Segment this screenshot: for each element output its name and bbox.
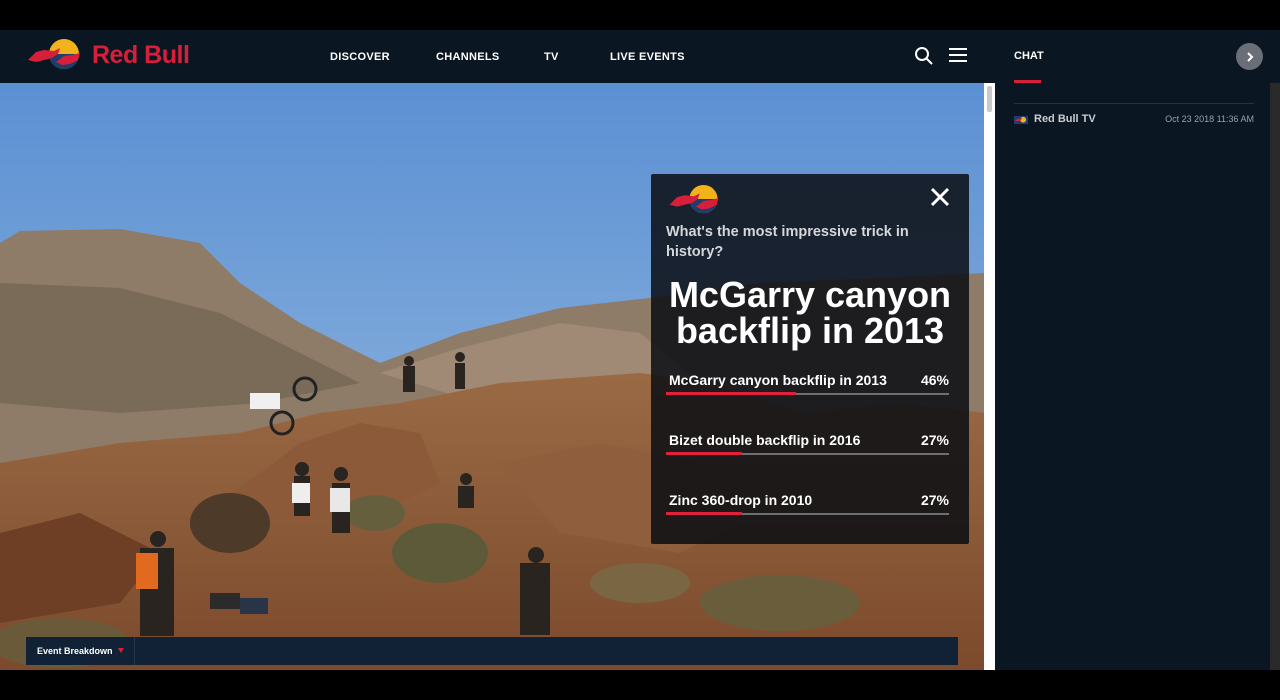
poll-option-label: Bizet double backflip in 2016 [669,432,861,448]
nav-tv[interactable]: TV [544,51,559,63]
poll-winning-answer: McGarry canyon backflip in 2013 [651,277,969,349]
caret-down-icon [118,648,124,653]
nav-live-events[interactable]: LIVE EVENTS [610,51,685,63]
menu-icon[interactable] [949,46,967,64]
poll-option-percent: 46% [920,372,949,388]
poll-answer-line-2: backflip in 2013 [675,310,945,351]
poll-option[interactable]: Zinc 360-drop in 2010 27% [666,492,949,516]
video-scrollbar-thumb[interactable] [987,86,992,112]
poll-option[interactable]: Bizet double backflip in 2016 27% [666,432,949,456]
top-navigation-bar: Red Bull DISCOVER CHANNELS TV LIVE EVENT… [0,30,995,83]
event-breakdown-label: Event Breakdown [37,646,113,656]
poll-answer-line-1: McGarry canyon [668,274,952,315]
poll-option-label: McGarry canyon backflip in 2013 [669,372,887,388]
chat-message-author: Red Bull TV [1034,113,1096,125]
search-icon[interactable] [914,46,934,66]
nav-discover[interactable]: DISCOVER [330,51,390,63]
poll-option[interactable]: McGarry canyon backflip in 2013 46% [666,372,949,396]
page-scrollbar[interactable] [1270,83,1280,670]
letterbox-bottom [0,670,1280,700]
red-bull-logo[interactable]: Red Bull [26,38,190,72]
red-bull-logo-icon [28,39,80,69]
chat-panel: CHAT Red Bull TV Oct 23 2018 11:36 AM [995,30,1280,670]
poll-question: What's the most impressive trick in hist… [666,224,909,260]
letterbox-top [0,0,1280,30]
red-bull-avatar-icon [1014,115,1028,125]
chat-message: Red Bull TV Oct 23 2018 11:36 AM [1014,112,1254,128]
poll-option-percent: 27% [920,432,949,448]
poll-option-bar-fill [666,392,797,395]
chevron-right-icon [1246,51,1253,62]
tab-chat-active-indicator [1014,80,1041,83]
poll-option-bar-fill [666,512,743,515]
brand-name: Red Bull [92,40,190,69]
poll-overlay: What's the most impressive trick in hist… [651,174,969,544]
video-scrollbar-track[interactable] [984,83,995,670]
chat-message-time: Oct 23 2018 11:36 AM [1165,114,1254,124]
poll-option-label: Zinc 360-drop in 2010 [669,492,813,508]
chat-collapse-button[interactable] [1236,43,1263,70]
tab-chat[interactable]: CHAT [1014,50,1044,62]
close-icon[interactable] [928,185,952,209]
poll-option-bar-fill [666,452,743,455]
red-bull-poll-logo-icon [669,184,719,214]
event-breakdown-dropdown[interactable]: Event Breakdown [26,637,135,665]
poll-option-percent: 27% [920,492,949,508]
nav-channels[interactable]: CHANNELS [436,51,500,63]
video-bottom-bar: Event Breakdown [26,637,958,665]
chat-divider [1014,103,1254,104]
